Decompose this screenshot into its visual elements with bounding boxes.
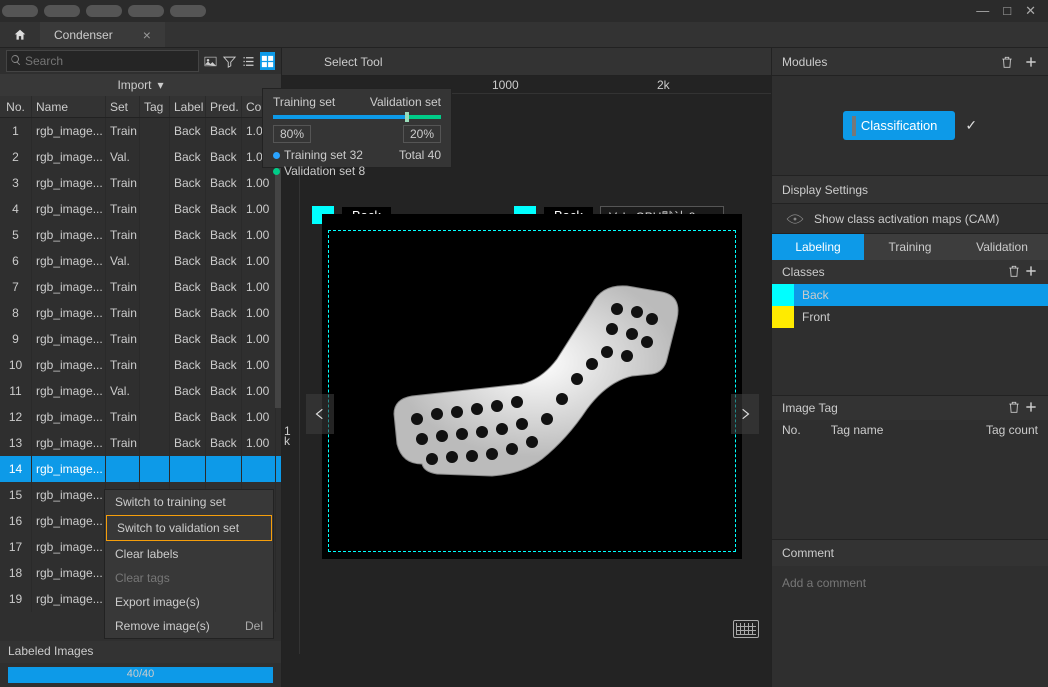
- ctx-clear-labels[interactable]: Clear labels: [105, 542, 273, 566]
- table-row[interactable]: 3rgb_image...TrainBackBack1.00: [0, 170, 281, 196]
- next-image-button[interactable]: [731, 394, 759, 434]
- table-row[interactable]: 8rgb_image...TrainBackBack1.00: [0, 300, 281, 326]
- train-pct[interactable]: 80%: [273, 125, 311, 143]
- col-set[interactable]: Set: [106, 96, 140, 117]
- trash-icon[interactable]: [1000, 55, 1014, 69]
- ctx-switch-training[interactable]: Switch to training set: [105, 490, 273, 514]
- tag-list: [772, 440, 1048, 540]
- import-button[interactable]: Import ▾: [0, 74, 281, 96]
- plus-icon[interactable]: [1024, 264, 1038, 278]
- modules-header: Modules: [772, 48, 1048, 76]
- cam-toggle[interactable]: Show class activation maps (CAM): [772, 204, 1048, 234]
- tag-columns: No.Tag nameTag count: [772, 420, 1048, 440]
- class-row-front[interactable]: Front: [772, 306, 1048, 328]
- progress-text: 40/40: [127, 668, 155, 680]
- mode-tabs: Labeling Training Validation: [772, 234, 1048, 260]
- close-tab-icon[interactable]: ×: [143, 27, 151, 43]
- tab-training[interactable]: Training: [864, 234, 956, 260]
- col-tag[interactable]: Tag: [140, 96, 170, 117]
- maximize-button[interactable]: □: [1003, 3, 1011, 19]
- table-row[interactable]: 4rgb_image...TrainBackBack1.00: [0, 196, 281, 222]
- trash-icon[interactable]: [1007, 400, 1021, 414]
- image-tag-header: Image Tag: [772, 396, 1048, 420]
- prev-image-button[interactable]: [306, 394, 334, 434]
- plus-icon[interactable]: [1024, 55, 1038, 69]
- right-panel: Modules Classification ✓ Display Setting…: [771, 48, 1048, 687]
- classes-header: Classes: [772, 260, 1048, 284]
- table-row[interactable]: 14rgb_image...: [0, 456, 281, 482]
- split-slider[interactable]: [273, 115, 441, 119]
- split-popup: Training setValidation set 80%20% Traini…: [262, 88, 452, 168]
- classes-list: Back Front: [772, 284, 1048, 396]
- connector-handle-icon[interactable]: [852, 116, 856, 136]
- tab-condenser[interactable]: Condenser ×: [40, 22, 165, 47]
- trash-icon[interactable]: [1007, 264, 1021, 278]
- table-row[interactable]: 10rgb_image...TrainBackBack1.00: [0, 352, 281, 378]
- table-row[interactable]: 1rgb_image...TrainBackBack1.00: [0, 118, 281, 144]
- keyboard-icon[interactable]: [733, 620, 759, 638]
- progress-bar: 40/40: [8, 667, 273, 683]
- eye-icon: [786, 214, 804, 224]
- col-pred[interactable]: Pred.: [206, 96, 242, 117]
- chevron-down-icon: ▾: [157, 78, 163, 92]
- search-input[interactable]: [6, 50, 199, 72]
- menu-pill[interactable]: [2, 5, 38, 17]
- context-menu: Switch to training set Switch to validat…: [104, 489, 274, 639]
- ctx-clear-tags: Clear tags: [105, 566, 273, 590]
- col-no[interactable]: No.: [0, 96, 32, 117]
- window-controls: ― □ ✕: [976, 3, 1046, 19]
- table-row[interactable]: 7rgb_image...TrainBackBack1.00: [0, 274, 281, 300]
- menu-pill[interactable]: [170, 5, 206, 17]
- menu-pill[interactable]: [44, 5, 80, 17]
- class-color-icon: [772, 284, 794, 306]
- class-row-back[interactable]: Back: [772, 284, 1048, 306]
- part-image: [382, 264, 692, 514]
- ctx-export-images[interactable]: Export image(s): [105, 590, 273, 614]
- val-pct[interactable]: 20%: [403, 125, 441, 143]
- comment-input[interactable]: Add a comment: [772, 566, 1048, 687]
- table-row[interactable]: 11rgb_image...Val.BackBack1.00: [0, 378, 281, 404]
- center-header: Select Tool: [282, 48, 771, 76]
- home-button[interactable]: [0, 22, 40, 47]
- table-row[interactable]: 12rgb_image...TrainBackBack1.00: [0, 404, 281, 430]
- grid-view-icon[interactable]: [260, 52, 275, 70]
- col-label[interactable]: Label: [170, 96, 206, 117]
- table-header: No. Name Set Tag Label Pred. Conf: [0, 96, 281, 118]
- table-row[interactable]: 6rgb_image...Val.BackBack1.00: [0, 248, 281, 274]
- class-color-icon: [772, 306, 794, 328]
- search-row: [0, 48, 281, 74]
- titlebar: ― □ ✕: [0, 0, 1048, 22]
- tabbar: Condenser ×: [0, 22, 1048, 48]
- tab-labeling[interactable]: Labeling: [772, 234, 864, 260]
- plus-icon[interactable]: [1024, 400, 1038, 414]
- filter-icon[interactable]: [222, 52, 237, 70]
- module-graph[interactable]: Classification ✓: [772, 76, 1048, 176]
- tab-validation[interactable]: Validation: [956, 234, 1048, 260]
- search-icon: [10, 54, 22, 66]
- menu-pill[interactable]: [86, 5, 122, 17]
- ctx-switch-validation[interactable]: Switch to validation set: [106, 515, 272, 541]
- labeled-images-label: Labeled Images: [0, 641, 281, 663]
- comment-header: Comment: [772, 540, 1048, 566]
- col-name[interactable]: Name: [32, 96, 106, 117]
- table-row[interactable]: 13rgb_image...TrainBackBack1.00: [0, 430, 281, 456]
- table-row[interactable]: 5rgb_image...TrainBackBack1.00: [0, 222, 281, 248]
- table-row[interactable]: 9rgb_image...TrainBackBack1.00: [0, 326, 281, 352]
- display-settings-header: Display Settings: [772, 176, 1048, 204]
- thumbnail-view-icon[interactable]: [203, 52, 218, 70]
- menu-pill[interactable]: [128, 5, 164, 17]
- minimize-button[interactable]: ―: [976, 3, 989, 19]
- tab-label: Condenser: [54, 28, 113, 42]
- classification-module[interactable]: Classification: [843, 111, 956, 140]
- close-button[interactable]: ✕: [1025, 3, 1036, 19]
- list-icon[interactable]: [241, 52, 256, 70]
- checkmark-icon: ✓: [965, 117, 977, 134]
- ctx-remove-images[interactable]: Remove image(s)Del: [105, 614, 273, 638]
- table-row[interactable]: 2rgb_image...Val.BackBack1.00: [0, 144, 281, 170]
